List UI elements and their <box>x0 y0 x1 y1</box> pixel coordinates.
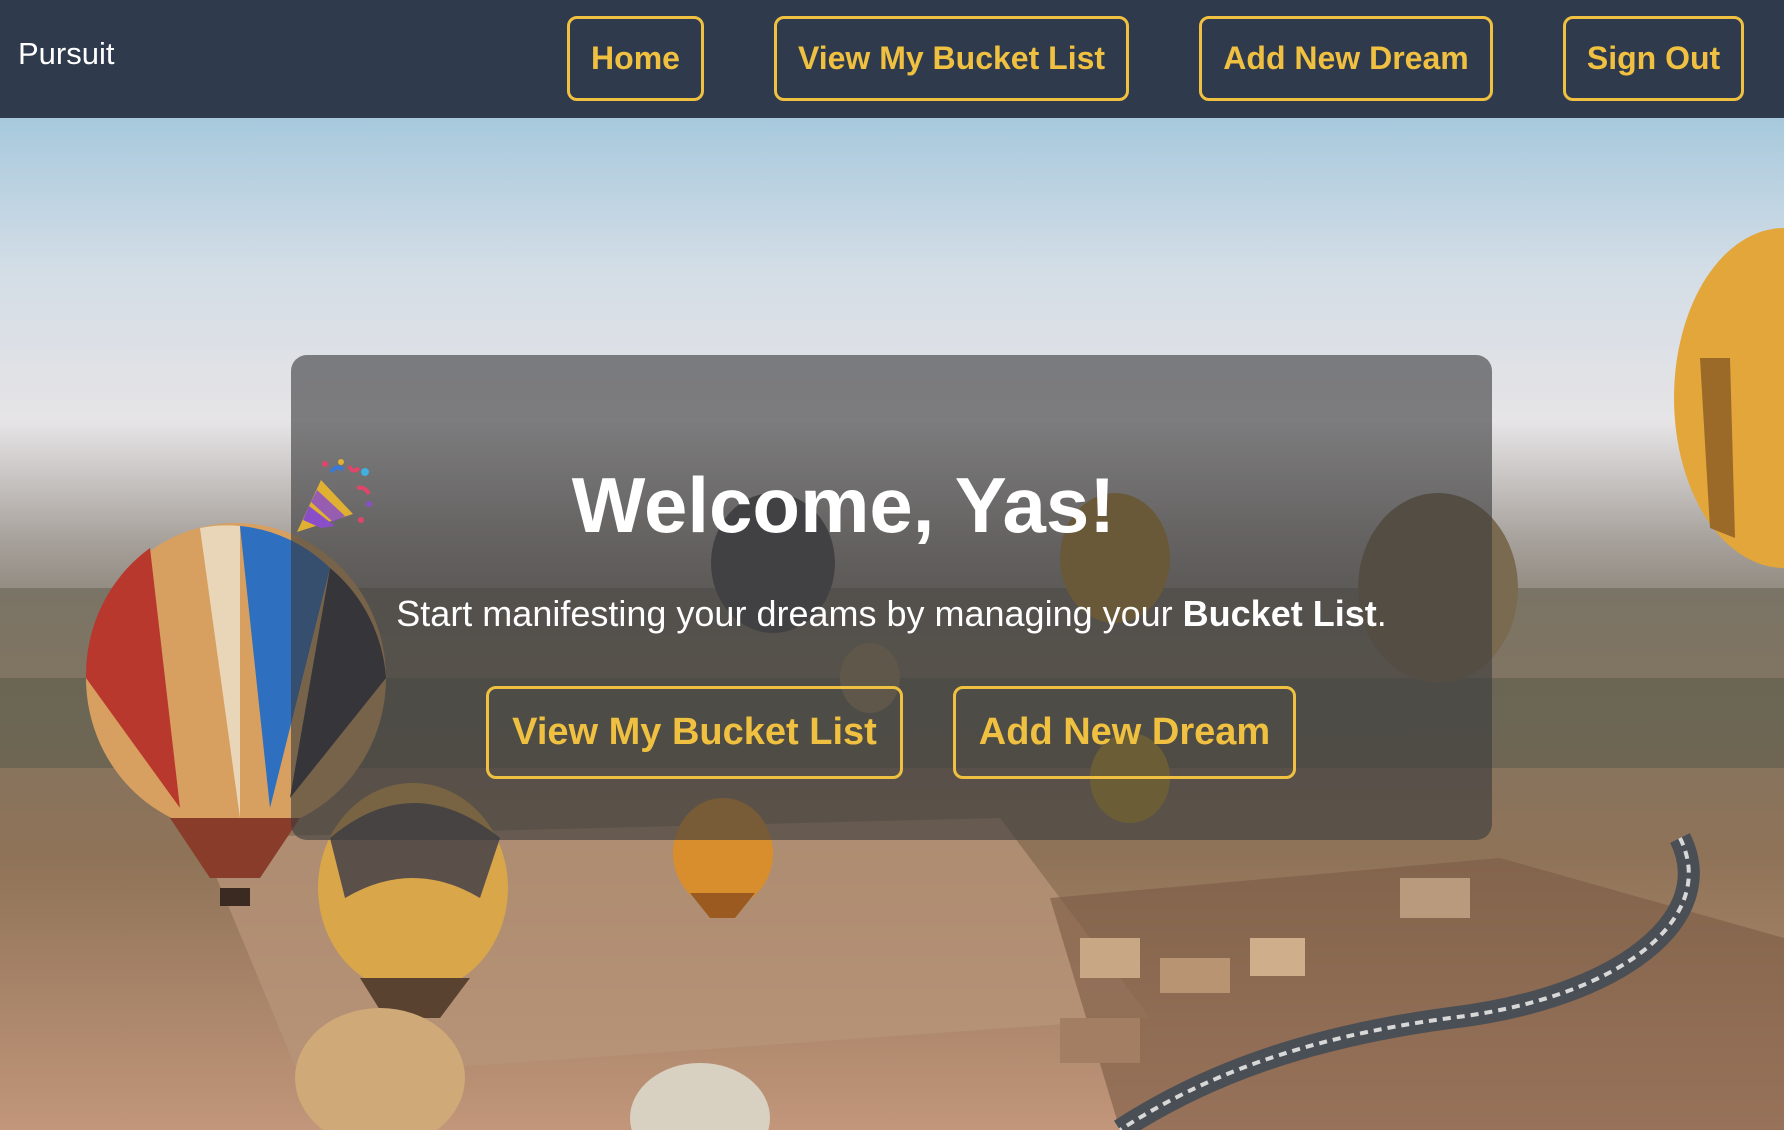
welcome-heading: Welcome, Yas! <box>291 458 1492 551</box>
balloon-right-yellow <box>1674 228 1784 568</box>
subtitle-emphasis: Bucket List <box>1182 593 1377 634</box>
welcome-card: Welcome, Yas! Start manifesting your dre… <box>291 355 1492 840</box>
view-bucket-list-button[interactable]: View My Bucket List <box>486 686 903 779</box>
add-new-dream-button[interactable]: Add New Dream <box>953 686 1296 779</box>
subtitle-prefix: Start manifesting your dreams by managin… <box>396 593 1183 634</box>
hero-section: Welcome, Yas! Start manifesting your dre… <box>0 118 1784 1130</box>
welcome-title: Welcome, Yas! <box>571 461 1116 549</box>
nav-home-button[interactable]: Home <box>567 16 704 101</box>
party-popper-icon <box>297 458 1211 538</box>
welcome-subtitle: Start manifesting your dreams by managin… <box>291 593 1492 635</box>
brand-logo[interactable]: Pursuit <box>18 36 114 72</box>
top-navbar: Pursuit Home View My Bucket List Add New… <box>0 0 1784 118</box>
nav-sign-out-button[interactable]: Sign Out <box>1563 16 1744 101</box>
subtitle-suffix: . <box>1376 593 1387 634</box>
nav-view-bucket-list-button[interactable]: View My Bucket List <box>774 16 1129 101</box>
nav-add-new-dream-button[interactable]: Add New Dream <box>1199 16 1493 101</box>
